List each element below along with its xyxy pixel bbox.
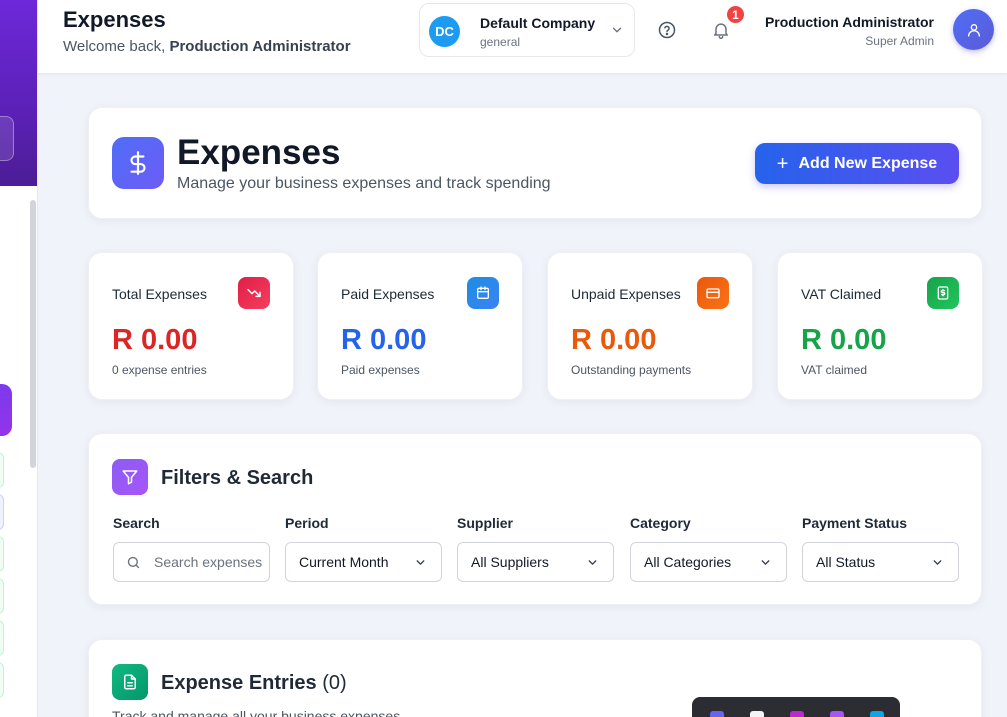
sidebar-item[interactable] — [0, 452, 4, 488]
supplier-select[interactable]: All Suppliers — [457, 542, 614, 582]
entries-count: (0) — [322, 672, 347, 694]
page-hero-card: Expenses Manage your business expenses a… — [88, 107, 982, 219]
company-subtitle: general — [480, 35, 521, 49]
user-icon — [967, 23, 980, 37]
sidebar — [0, 0, 38, 717]
plus-icon: + — [776, 152, 789, 175]
help-icon[interactable] — [657, 20, 677, 40]
bell-icon[interactable] — [711, 20, 731, 40]
category-value: All Categories — [644, 554, 732, 570]
user-role: Super Admin — [865, 34, 934, 48]
period-select[interactable]: Current Month — [285, 542, 442, 582]
stat-card-unpaid: Unpaid Expenses R 0.00 Outstanding payme… — [547, 252, 753, 400]
stat-note: Paid expenses — [341, 363, 420, 377]
sidebar-item[interactable] — [0, 662, 4, 698]
stat-card-vat: VAT Claimed R 0.00 VAT claimed — [777, 252, 983, 400]
stat-note: VAT claimed — [801, 363, 868, 377]
payment-status-select[interactable]: All Status — [802, 542, 959, 582]
document-icon — [112, 664, 148, 700]
credit-card-icon — [697, 277, 729, 309]
trending-down-icon — [238, 277, 270, 309]
dollar-icon — [112, 137, 164, 189]
search-filter: Search Search expenses — [113, 515, 270, 582]
period-filter: Period Current Month — [285, 515, 442, 582]
category-select[interactable]: All Categories — [630, 542, 787, 582]
search-label: Search — [113, 515, 160, 531]
supplier-label: Supplier — [457, 515, 514, 531]
os-taskbar[interactable] — [692, 697, 900, 717]
taskbar-app-icon[interactable] — [710, 711, 724, 717]
stat-value: R 0.00 — [801, 324, 887, 356]
stat-value: R 0.00 — [341, 324, 427, 356]
category-label: Category — [630, 515, 691, 531]
search-icon — [127, 556, 140, 569]
stat-label: Unpaid Expenses — [571, 286, 681, 302]
supplier-filter: Supplier All Suppliers — [457, 515, 614, 582]
stat-card-total: Total Expenses R 0.00 0 expense entries — [88, 252, 294, 400]
sidebar-item[interactable] — [0, 494, 4, 530]
payment-status-label: Payment Status — [802, 515, 908, 531]
period-label: Period — [285, 515, 329, 531]
payment-status-filter: Payment Status All Status — [802, 515, 959, 582]
sidebar-toggle-button[interactable] — [0, 116, 14, 161]
company-switcher[interactable]: DC Default Company general — [419, 3, 635, 57]
user-avatar[interactable] — [953, 9, 994, 50]
sidebar-item[interactable] — [0, 578, 4, 614]
page-title: Expenses — [63, 7, 166, 32]
chevron-down-icon — [761, 560, 770, 565]
add-new-expense-label: Add New Expense — [798, 154, 938, 172]
search-placeholder: Search expenses — [154, 554, 263, 570]
welcome-message: Welcome back, Production Administrator — [63, 38, 351, 55]
hero-subtitle: Manage your business expenses and track … — [177, 175, 551, 192]
sidebar-brand-area — [0, 0, 37, 186]
stat-label: Total Expenses — [112, 286, 207, 302]
entries-subtitle: Track and manage all your business expen… — [112, 708, 401, 717]
notification-badge: 1 — [725, 4, 746, 25]
stat-label: VAT Claimed — [801, 286, 882, 302]
stat-card-paid: Paid Expenses R 0.00 Paid expenses — [317, 252, 523, 400]
chevron-down-icon — [416, 560, 425, 565]
chevron-down-icon — [933, 560, 942, 565]
category-filter: Category All Categories — [630, 515, 787, 582]
taskbar-app-icon[interactable] — [790, 711, 804, 717]
calendar-icon — [467, 277, 499, 309]
search-input[interactable]: Search expenses — [113, 542, 270, 582]
filter-icon — [112, 459, 148, 495]
company-name: Default Company — [480, 15, 596, 31]
company-avatar: DC — [429, 16, 460, 47]
filters-card: Filters & Search Search Search expenses … — [88, 433, 982, 605]
chevron-down-icon — [588, 560, 597, 565]
period-value: Current Month — [299, 554, 389, 570]
add-new-expense-button[interactable]: + Add New Expense — [755, 143, 959, 184]
stat-value: R 0.00 — [112, 324, 198, 356]
supplier-value: All Suppliers — [471, 554, 549, 570]
hero-title: Expenses — [177, 133, 341, 172]
sidebar-item-active[interactable] — [0, 384, 12, 436]
taskbar-app-icon[interactable] — [750, 711, 764, 717]
stat-value: R 0.00 — [571, 324, 657, 356]
receipt-icon — [927, 277, 959, 309]
entries-title: Expense Entries (0) — [161, 672, 347, 694]
stat-label: Paid Expenses — [341, 286, 435, 302]
stat-note: Outstanding payments — [571, 363, 692, 377]
chevron-down-icon — [612, 27, 622, 33]
stat-note: 0 expense entries — [112, 363, 207, 377]
welcome-user: Production Administrator — [169, 38, 351, 55]
payment-status-value: All Status — [816, 554, 876, 570]
sidebar-scrollbar[interactable] — [30, 200, 36, 468]
taskbar-app-icon[interactable] — [830, 711, 844, 717]
taskbar-app-icon[interactable] — [870, 711, 884, 717]
filters-title: Filters & Search — [161, 467, 314, 489]
sidebar-item[interactable] — [0, 620, 4, 656]
sidebar-item[interactable] — [0, 536, 4, 572]
user-name: Production Administrator — [764, 14, 934, 30]
top-header: Expenses Welcome back, Production Admini… — [38, 0, 1007, 74]
